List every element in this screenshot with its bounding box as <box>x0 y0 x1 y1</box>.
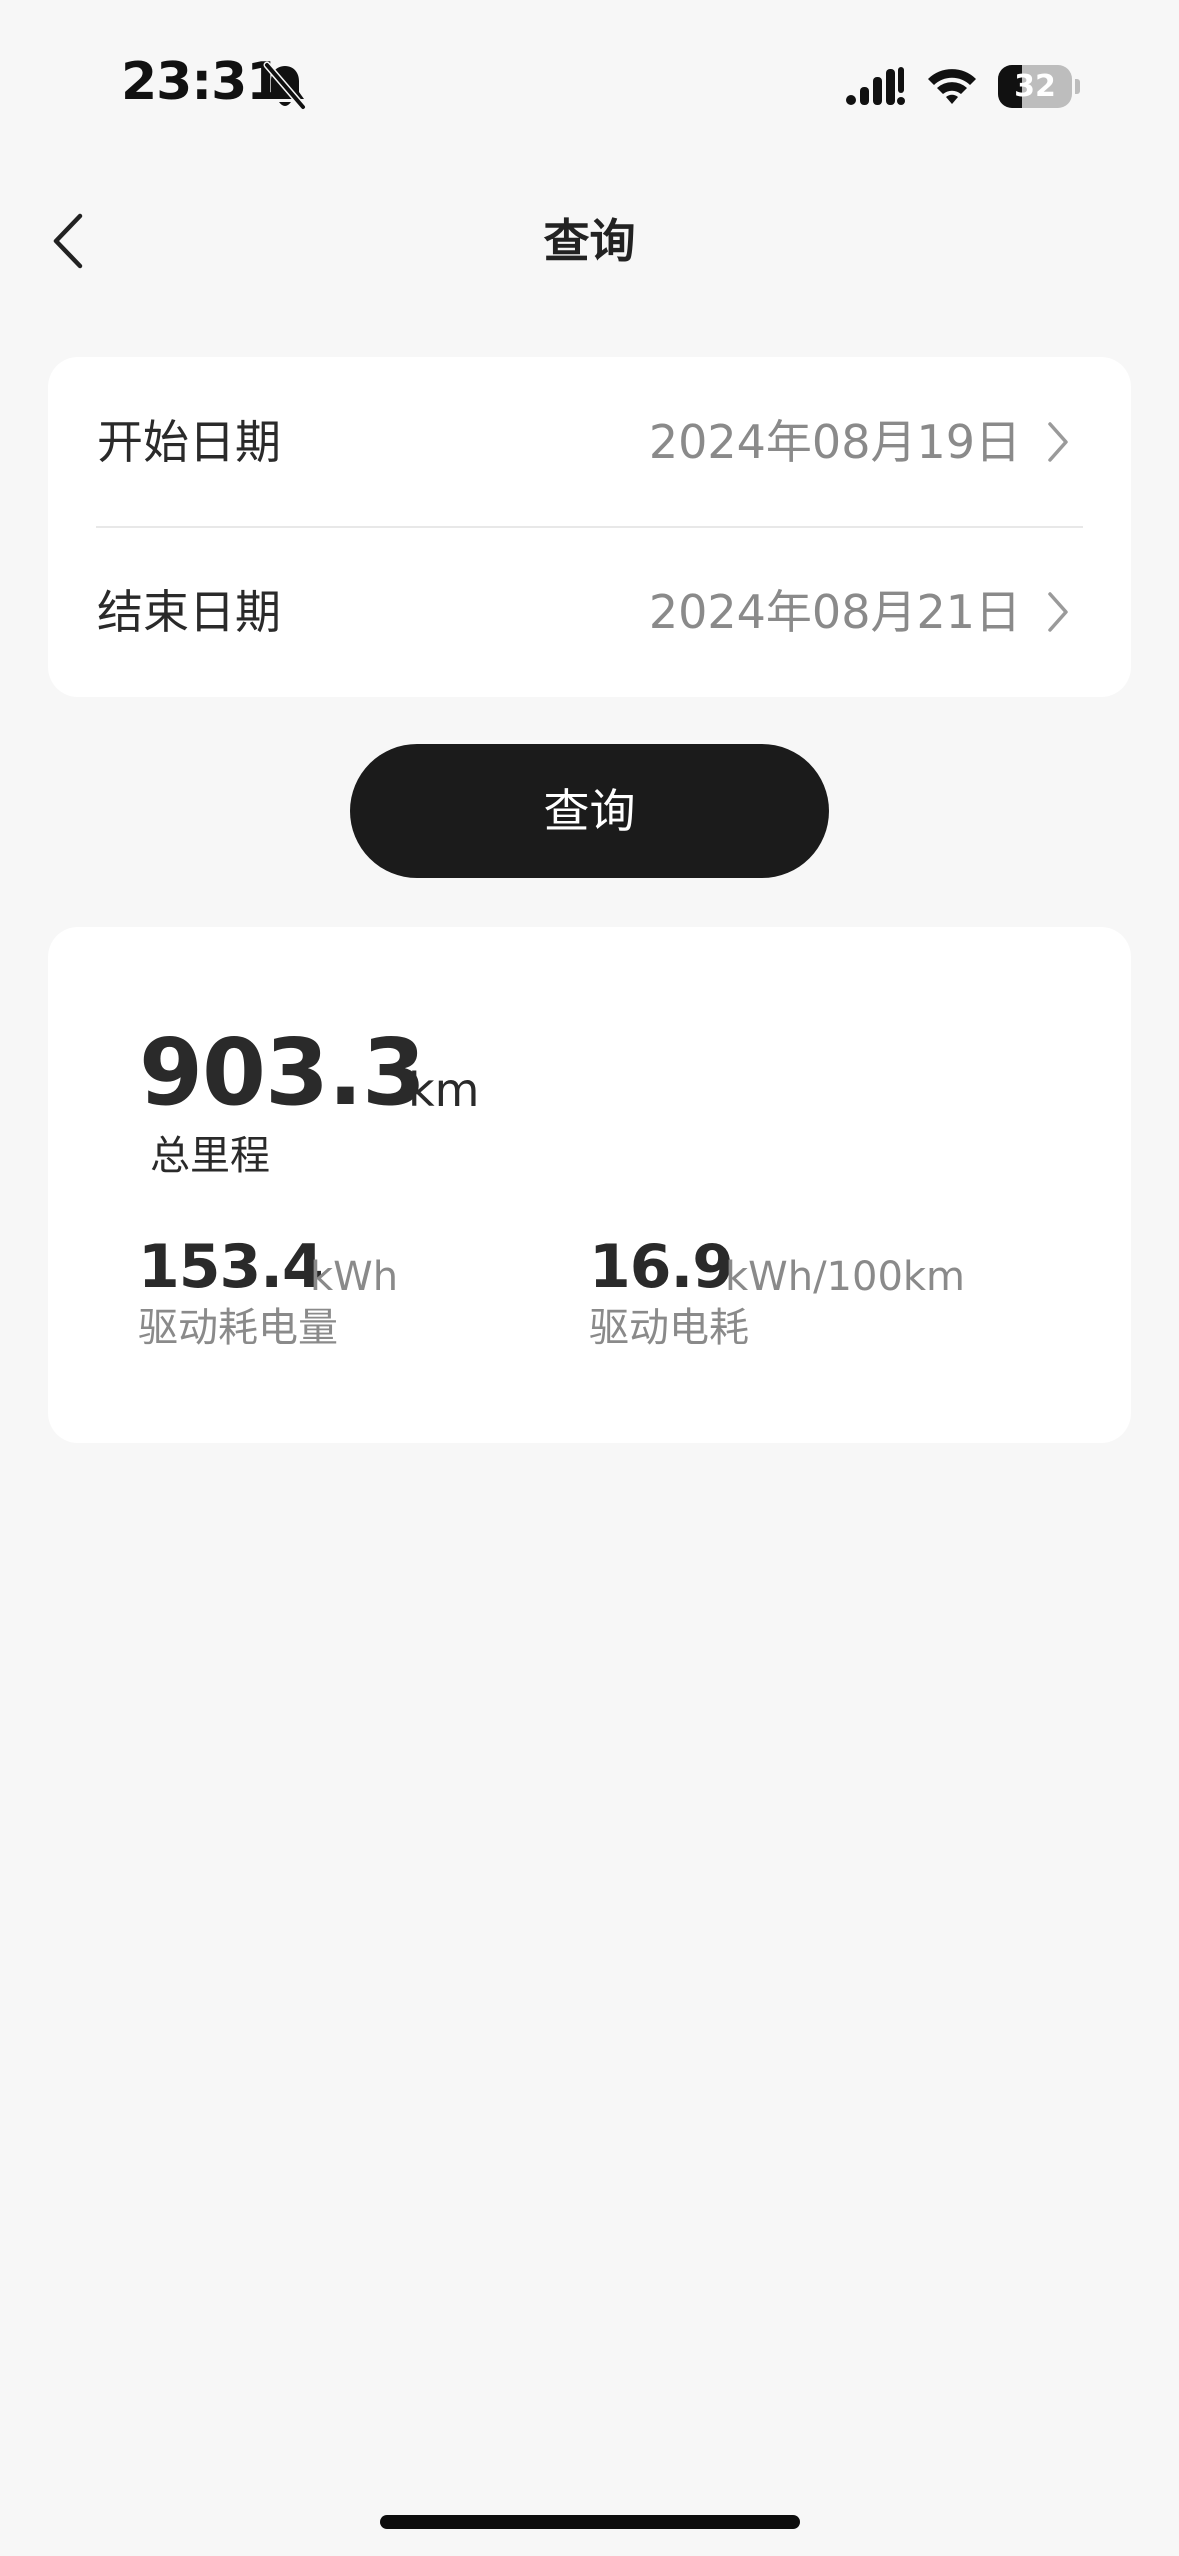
battery-tip <box>1075 79 1080 94</box>
signal-icon <box>846 67 905 105</box>
end-date-label: 结束日期 <box>97 585 281 639</box>
start-date-label: 开始日期 <box>97 415 281 469</box>
drive-consumption-unit: kWh/100km <box>725 1254 966 1300</box>
page-title: 查询 <box>543 214 636 268</box>
drive-energy-label: 驱动耗电量 <box>138 1305 338 1351</box>
date-range-card: 开始日期 2024年08月19日 结束日期 2024年08月21日 <box>48 357 1131 697</box>
chevron-right-icon <box>1048 422 1068 462</box>
drive-consumption-value: 16.9 <box>589 1232 734 1302</box>
drive-consumption-label: 驱动电耗 <box>589 1305 749 1351</box>
status-time: 23:31 <box>121 52 283 112</box>
battery-icon: 32 <box>998 65 1080 108</box>
chevron-right-icon <box>1048 592 1068 632</box>
battery-level: 32 <box>1014 69 1056 104</box>
end-date-row[interactable]: 结束日期 2024年08月21日 <box>48 527 1131 697</box>
total-distance-label: 总里程 <box>150 1133 270 1179</box>
stats-card: 903.3 km 总里程 153.4 kWh 驱动耗电量 16.9 kWh/10… <box>48 927 1131 1443</box>
query-button[interactable]: 查询 <box>350 744 829 878</box>
start-date-row[interactable]: 开始日期 2024年08月19日 <box>48 357 1131 527</box>
status-bar: 23:31 32 <box>0 0 1179 175</box>
bell-off-icon <box>263 61 307 111</box>
drive-energy-value: 153.4 <box>138 1232 324 1302</box>
battery-body: 32 <box>998 65 1072 108</box>
end-date-value: 2024年08月21日 <box>648 585 1021 639</box>
start-date-value: 2024年08月19日 <box>648 415 1021 469</box>
total-distance-value: 903.3 <box>139 1019 426 1126</box>
total-distance-unit: km <box>408 1063 480 1117</box>
home-indicator[interactable] <box>380 2515 800 2529</box>
wifi-icon <box>928 69 976 104</box>
drive-energy-unit: kWh <box>310 1254 399 1300</box>
